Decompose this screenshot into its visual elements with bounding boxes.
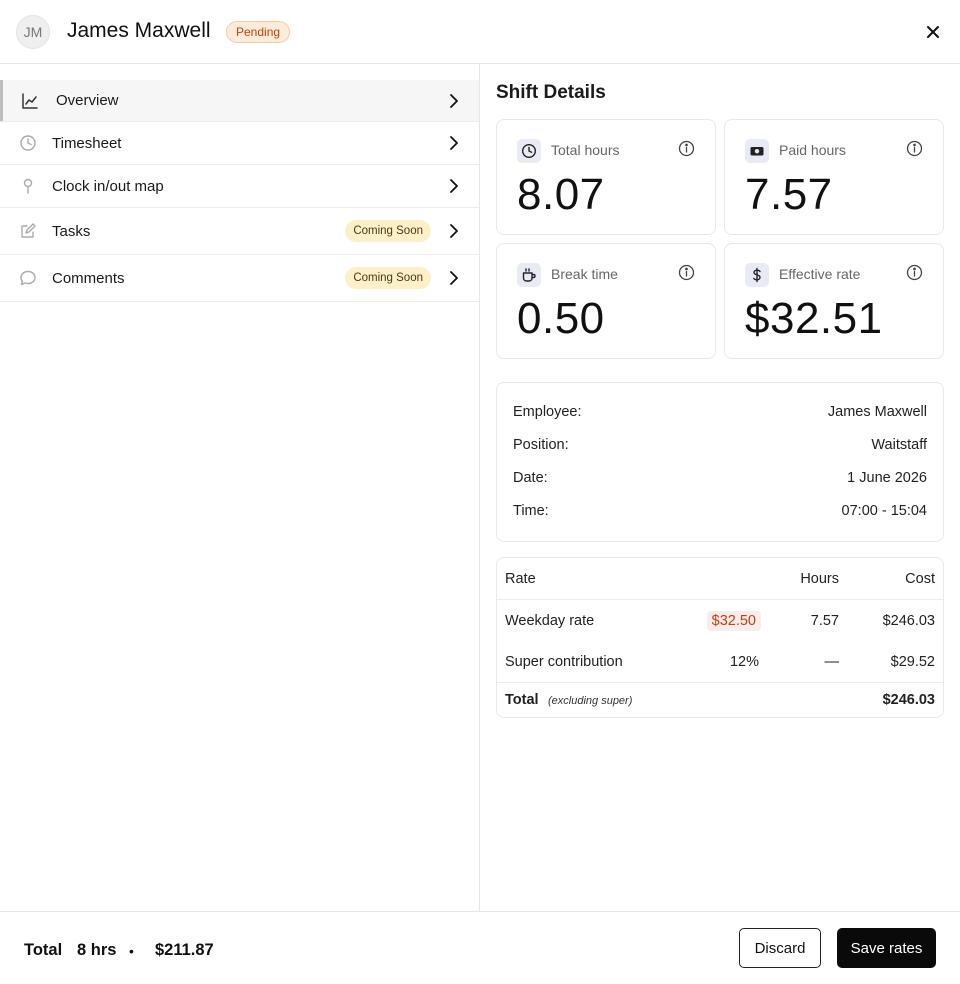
rate-hours: —	[824, 654, 840, 670]
stat-value: 0.50	[517, 294, 605, 343]
stat-value: 7.57	[745, 170, 833, 219]
dollar-icon	[745, 263, 769, 287]
stat-card-break-time: Break time 0.50	[496, 243, 716, 359]
detail-value: James Maxwell	[827, 404, 927, 420]
coming-soon-badge: Coming Soon	[345, 220, 431, 242]
map-pin-icon	[18, 176, 38, 196]
total-note: (excluding super)	[548, 695, 633, 707]
chart-line-icon	[20, 91, 40, 111]
rate-cost: $29.52	[890, 654, 935, 670]
sidebar-item-comments[interactable]: Comments Coming Soon	[0, 255, 479, 302]
detail-key: Time:	[513, 503, 549, 519]
detail-row-date: Date: 1 June 2026	[513, 470, 927, 490]
sidebar-item-label: Overview	[56, 92, 119, 109]
chevron-right-icon	[450, 224, 458, 238]
rate-cost: $246.03	[882, 613, 935, 629]
stat-value: 8.07	[517, 170, 605, 219]
avatar: JM	[16, 15, 50, 49]
column-header-cost: Cost	[905, 571, 935, 587]
column-header-hours: Hours	[800, 571, 839, 587]
close-button[interactable]	[920, 19, 946, 45]
dialog-footer: Total 8 hrs • $211.87 Discard Save rates	[0, 911, 960, 984]
stat-value: $32.51	[745, 294, 883, 343]
sidebar-item-label: Timesheet	[52, 134, 122, 152]
rate-hours: 7.57	[810, 613, 839, 629]
detail-key: Employee:	[513, 404, 582, 420]
sidebar-item-label: Comments	[52, 269, 125, 287]
stat-card-total-hours: Total hours 8.07	[496, 119, 716, 235]
chevron-right-icon	[450, 179, 458, 193]
sidebar-item-label: Tasks	[52, 222, 91, 240]
dialog-header: JM James Maxwell Pending	[0, 0, 960, 64]
total-cost: $246.03	[882, 692, 935, 708]
clock-icon	[18, 133, 38, 153]
detail-value: Waitstaff	[871, 437, 927, 453]
table-row: Weekday rate $32.50 7.57 $246.03	[497, 600, 943, 642]
clock-icon	[517, 139, 541, 163]
detail-row-employee: Employee: James Maxwell	[513, 404, 927, 424]
rate-name: Weekday rate	[505, 613, 595, 629]
info-icon[interactable]	[678, 264, 695, 281]
detail-key: Position:	[513, 437, 569, 453]
table-row: Super contribution 12% — $29.52	[497, 642, 943, 683]
footer-amount: $211.87	[155, 941, 214, 959]
employee-name: James Maxwell	[67, 19, 211, 42]
shift-details-card: Employee: James Maxwell Position: Waitst…	[496, 382, 944, 542]
chevron-right-icon	[450, 93, 458, 108]
stat-label: Paid hours	[779, 142, 846, 158]
info-icon[interactable]	[906, 264, 923, 281]
status-badge: Pending	[226, 21, 291, 43]
stat-label: Effective rate	[779, 266, 861, 282]
info-icon[interactable]	[906, 140, 923, 157]
cash-icon	[745, 139, 769, 163]
comment-icon	[18, 268, 38, 288]
main-panel: Shift Details Total hours 8.07 Paid hour…	[480, 64, 960, 911]
stat-label: Break time	[551, 266, 618, 282]
detail-value: 1 June 2026	[847, 470, 927, 486]
detail-row-time: Time: 07:00 - 15:04	[513, 503, 927, 523]
rate-value: 12%	[729, 654, 759, 670]
table-total-row: Total (excluding super) $246.03	[497, 683, 943, 717]
footer-total-label: Total	[24, 941, 63, 959]
stat-label: Total hours	[551, 142, 620, 158]
info-icon[interactable]	[678, 140, 695, 157]
detail-row-position: Position: Waitstaff	[513, 437, 927, 457]
detail-key: Date:	[513, 470, 548, 486]
sidebar-nav: Overview Timesheet Clock in/out map Task…	[0, 64, 480, 911]
detail-value: 07:00 - 15:04	[841, 503, 927, 519]
footer-separator: •	[129, 943, 134, 959]
sidebar-item-overview[interactable]: Overview	[0, 80, 479, 122]
rate-value-input[interactable]: $32.50	[706, 611, 761, 631]
coffee-icon	[517, 263, 541, 287]
sidebar-item-tasks[interactable]: Tasks Coming Soon	[0, 208, 479, 255]
sidebar-item-timesheet[interactable]: Timesheet	[0, 122, 479, 165]
rates-table: Rate Hours Cost Weekday rate $32.50 7.57…	[496, 557, 944, 718]
footer-hours: 8 hrs	[77, 941, 117, 959]
sidebar-item-label: Clock in/out map	[52, 177, 164, 195]
discard-button[interactable]: Discard	[739, 928, 821, 968]
save-rates-button[interactable]: Save rates	[837, 928, 936, 968]
stat-card-paid-hours: Paid hours 7.57	[724, 119, 944, 235]
total-label: Total	[505, 692, 539, 708]
page-title: Shift Details	[496, 82, 606, 103]
stat-card-effective-rate: Effective rate $32.51	[724, 243, 944, 359]
column-header-rate: Rate	[505, 571, 536, 587]
chevron-right-icon	[450, 271, 458, 285]
table-header-row: Rate Hours Cost	[497, 558, 943, 600]
sidebar-item-clock-map[interactable]: Clock in/out map	[0, 165, 479, 208]
edit-icon	[18, 221, 38, 241]
chevron-right-icon	[450, 136, 458, 150]
close-icon	[927, 26, 939, 38]
coming-soon-badge: Coming Soon	[345, 267, 431, 289]
rate-name: Super contribution	[505, 654, 623, 670]
